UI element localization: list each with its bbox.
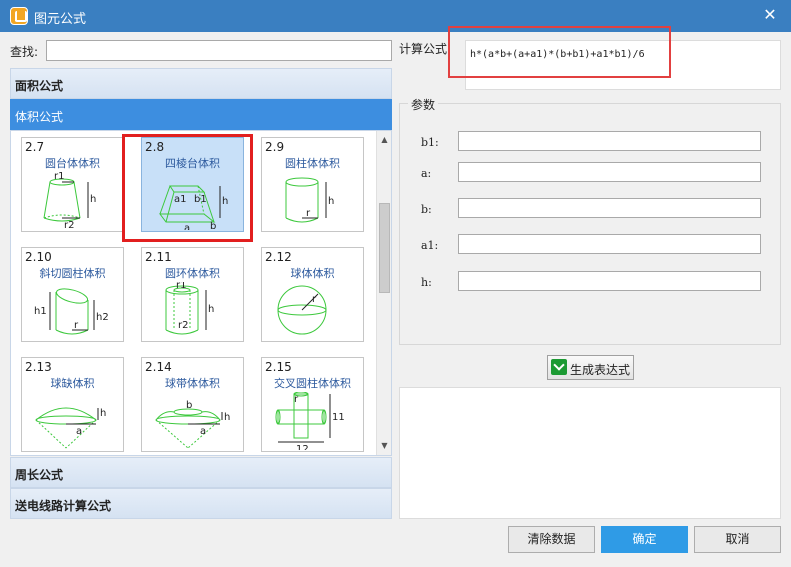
label-h: h [222, 196, 228, 207]
tile-frustum-pyramid[interactable]: 2.8 四棱台体积 a1 b1 h a b [141, 137, 244, 232]
label-r2: r2 [178, 320, 188, 331]
app-icon [10, 7, 28, 25]
clear-data-button[interactable]: 清除数据 [508, 526, 595, 553]
param-input-b[interactable] [458, 198, 761, 218]
label-h: h [328, 196, 334, 207]
params-group: 参数 b1: a: b: a1: h: [399, 96, 781, 345]
sphere-diagram: r [277, 285, 327, 335]
category-transmission[interactable]: 送电线路计算公式 [10, 488, 392, 519]
cancel-button[interactable]: 取消 [694, 526, 781, 553]
tile-cross-cylinder[interactable]: 2.15 交叉圆柱体体积 r 11 12 [261, 357, 364, 452]
generate-label: 生成表达式 [570, 363, 631, 377]
frustum-cone-diagram: r1 h r2 [43, 172, 96, 230]
category-area[interactable]: 面积公式 [10, 68, 392, 99]
tile-name: 交叉圆柱体体积 [274, 377, 351, 390]
tile-name: 球缺体积 [50, 377, 95, 390]
param-label-b1: b1: [421, 136, 439, 149]
tile-name: 圆台体体积 [45, 157, 100, 170]
tile-name: 斜切圆柱体积 [39, 267, 106, 280]
frustum-pyramid-diagram: a1 b1 h a b [159, 185, 228, 230]
window-title: 图元公式 [34, 12, 87, 27]
label-r1: r1 [54, 172, 64, 182]
label-r1: r1 [176, 282, 186, 291]
label-h2: h2 [96, 312, 109, 323]
tile-number: 2.9 [265, 140, 285, 154]
label-a: a [200, 426, 206, 437]
label-b1: b1 [194, 194, 207, 205]
ring-diagram: r1 h r2 [165, 282, 214, 335]
tile-number: 2.10 [25, 250, 52, 264]
tile-name: 球带体体积 [165, 377, 220, 390]
label-a: a [184, 223, 190, 230]
formula-field[interactable]: h*(a*b+(a+a1)*(b+b1)+a1*b1)/6 [465, 40, 781, 90]
label-h: h [90, 194, 96, 205]
tile-cylinder[interactable]: 2.9 圆柱体体积 h r [261, 137, 364, 232]
expression-output[interactable] [399, 387, 781, 519]
spherical-cap-diagram: h a [35, 407, 106, 449]
tile-name: 圆柱体体积 [285, 157, 340, 170]
scroll-down-icon[interactable]: ▼ [378, 439, 391, 453]
search-input[interactable] [46, 40, 392, 61]
formula-gallery: 2.7 圆台体体积 r1 h r2 2.8 四棱台体积 a1 b1 h a b … [10, 130, 392, 456]
scroll-up-icon[interactable]: ▲ [378, 133, 391, 147]
cylinder-diagram: h r [285, 177, 334, 223]
label-12: 12 [296, 444, 309, 450]
tile-spherical-cap[interactable]: 2.13 球缺体积 h a [21, 357, 124, 452]
close-icon[interactable]: ✕ [761, 5, 779, 24]
tile-number: 2.13 [25, 360, 52, 374]
category-volume[interactable]: 体积公式 [10, 99, 392, 130]
download-arrow-icon [551, 359, 567, 375]
param-input-h[interactable] [458, 271, 761, 291]
tile-name: 四棱台体积 [165, 157, 220, 170]
param-label-h: h: [421, 276, 432, 289]
tile-number: 2.7 [25, 140, 45, 154]
tile-number: 2.8 [145, 140, 165, 154]
tile-name: 圆环体体积 [165, 267, 220, 280]
gallery-scrollbar[interactable]: ▲ ▼ [376, 131, 391, 455]
tile-frustum-cone[interactable]: 2.7 圆台体体积 r1 h r2 [21, 137, 124, 232]
label-r: r [306, 208, 311, 219]
category-perimeter[interactable]: 周长公式 [10, 457, 392, 488]
oblique-cylinder-diagram: h1 h2 r [34, 288, 109, 335]
param-input-b1[interactable] [458, 131, 761, 151]
label-r2: r2 [64, 220, 74, 230]
formula-label: 计算公式: [399, 42, 452, 56]
label-h: h [224, 412, 230, 423]
tile-number: 2.15 [265, 360, 292, 374]
tile-sphere[interactable]: 2.12 球体体积 r [261, 247, 364, 342]
label-r: r [74, 320, 79, 331]
label-11: 11 [332, 412, 345, 423]
param-label-a1: a1: [421, 239, 439, 252]
label-b: b [210, 221, 216, 230]
tile-number: 2.11 [145, 250, 172, 264]
label-h: h [208, 304, 214, 315]
param-input-a[interactable] [458, 162, 761, 182]
tile-ring-volume[interactable]: 2.11 圆环体体积 r1 h r2 [141, 247, 244, 342]
ok-button[interactable]: 确定 [601, 526, 688, 553]
label-h: h [100, 408, 106, 419]
tile-name: 球体体积 [290, 267, 335, 280]
tile-oblique-cylinder[interactable]: 2.10 斜切圆柱体积 h1 h2 r [21, 247, 124, 342]
scroll-thumb[interactable] [379, 203, 390, 293]
param-label-a: a: [421, 167, 432, 180]
param-label-b: b: [421, 203, 432, 216]
label-b: b [186, 400, 192, 411]
cross-cylinder-diagram: r 11 12 [275, 392, 345, 450]
label-a1: a1 [174, 194, 187, 205]
spherical-zone-diagram: b h a [155, 400, 230, 449]
title-bar: 图元公式 ✕ [0, 0, 791, 32]
search-label: 查找: [10, 45, 39, 59]
params-legend: 参数 [408, 96, 439, 113]
tile-number: 2.14 [145, 360, 172, 374]
param-input-a1[interactable] [458, 234, 761, 254]
tile-spherical-zone[interactable]: 2.14 球带体体积 b h a [141, 357, 244, 452]
tile-number: 2.12 [265, 250, 292, 264]
generate-expression-button[interactable]: 生成表达式 [547, 355, 634, 380]
label-h1: h1 [34, 306, 47, 317]
label-a: a [76, 426, 82, 437]
